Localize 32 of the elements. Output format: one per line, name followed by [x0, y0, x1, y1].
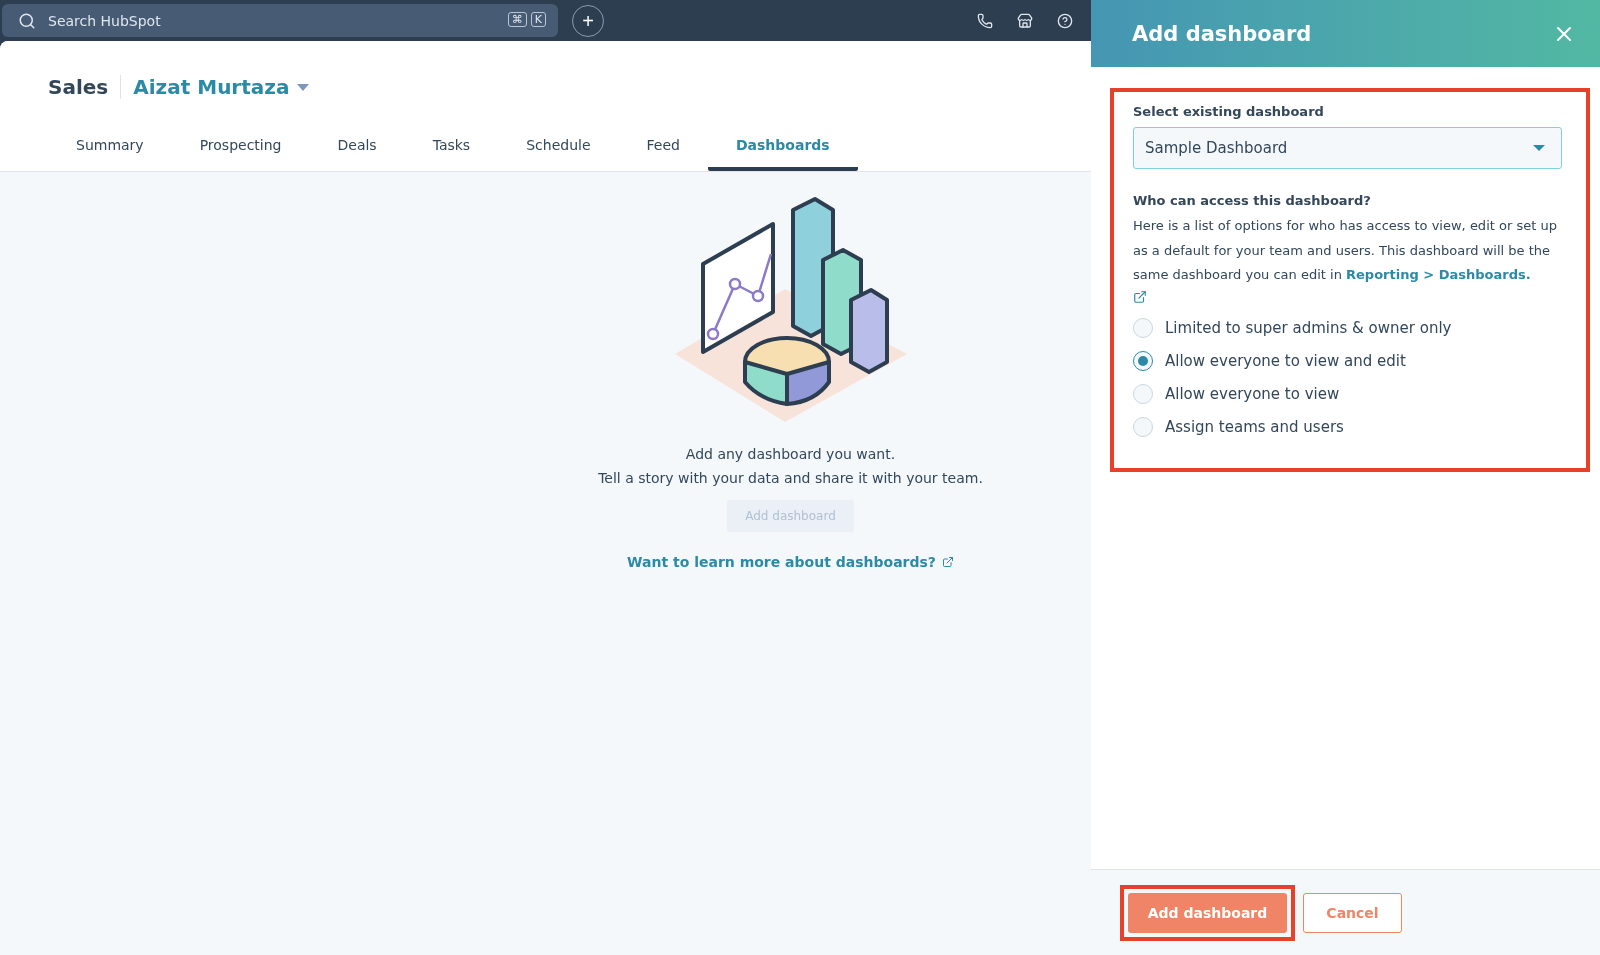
help-icon[interactable] — [1057, 12, 1073, 29]
tab[interactable]: Tasks — [404, 125, 499, 171]
option-label: Limited to super admins & owner only — [1165, 319, 1452, 337]
field-label: Select existing dashboard — [1133, 104, 1325, 119]
option-label: Assign teams and users — [1165, 418, 1344, 436]
description-text: Here is a list of options for who has access to view, edit or set up as a default for your team and users. This dashboard will be the same dashboard you can edit in Reporting > Dashboards. — [1133, 217, 1558, 284]
caret-icon — [297, 83, 310, 91]
empty-state-text: Tell a story with your data and share it with your team. — [598, 469, 983, 488]
store-icon[interactable] — [1017, 12, 1033, 29]
external-link-icon[interactable] — [1133, 289, 1147, 304]
tab[interactable]: Prospecting — [171, 125, 310, 171]
section-heading: Who can access this dashboard? — [1133, 193, 1372, 208]
learn-more-link[interactable]: Want to learn more about dashboards? — [627, 554, 954, 570]
radio-button[interactable] — [1133, 351, 1153, 371]
search-icon — [18, 12, 36, 30]
phone-icon[interactable] — [977, 12, 993, 29]
panel-title: Add dashboard — [1132, 21, 1312, 46]
empty-state-text: Add any dashboard you want. — [685, 445, 896, 464]
option-label: Allow everyone to view and edit — [1165, 352, 1406, 370]
dashboard-select[interactable]: Sample Dashboard — [1133, 127, 1562, 169]
tab[interactable]: Schedule — [498, 125, 619, 171]
owner-dropdown[interactable]: Aizat Murtaza — [133, 75, 310, 99]
tab[interactable]: Summary — [48, 125, 172, 171]
tab[interactable]: Deals — [309, 125, 405, 171]
reporting-link[interactable]: Reporting > Dashboards. — [1346, 267, 1531, 282]
page-title: Sales — [48, 75, 122, 99]
shortcut-key: K — [530, 12, 546, 27]
tab[interactable]: Dashboards — [707, 125, 858, 171]
tab[interactable]: Feed — [618, 125, 708, 171]
option-label: Allow everyone to view — [1165, 385, 1340, 403]
external-link-icon — [941, 556, 954, 568]
shortcut-key: ⌘ — [507, 12, 527, 27]
